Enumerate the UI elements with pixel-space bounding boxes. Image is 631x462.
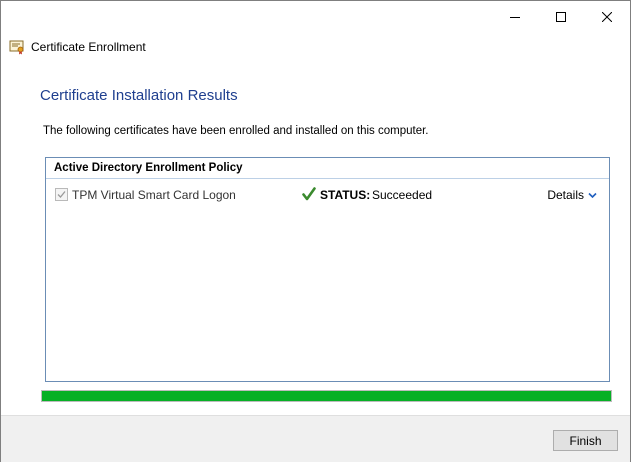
policy-header-label: Active Directory Enrollment Policy: [54, 162, 243, 174]
details-toggle[interactable]: Details: [547, 188, 597, 202]
certificate-name: TPM Virtual Smart Card Logon: [72, 188, 236, 202]
status-label: STATUS:: [320, 188, 371, 202]
certificate-icon: [9, 39, 25, 55]
checkmark-icon: [57, 191, 66, 198]
certificate-row: TPM Virtual Smart Card Logon STATUS: Suc…: [46, 185, 609, 205]
minimize-button[interactable]: [492, 1, 538, 32]
close-icon: [602, 11, 612, 22]
close-button[interactable]: [584, 1, 630, 32]
page-heading: Certificate Installation Results: [40, 87, 238, 104]
maximize-button[interactable]: [538, 1, 584, 32]
policy-header: Active Directory Enrollment Policy: [46, 158, 609, 179]
enrollment-policy-panel: Active Directory Enrollment Policy TPM V…: [45, 157, 610, 382]
certificate-enrollment-window: Certificate Enrollment Certificate Insta…: [0, 0, 631, 462]
app-title: Certificate Enrollment: [31, 40, 146, 54]
progress-bar: [41, 390, 612, 402]
page-description: The following certificates have been enr…: [43, 125, 429, 137]
success-check-icon: [302, 187, 316, 201]
certificate-checkbox[interactable]: [55, 188, 68, 201]
progress-fill: [42, 391, 611, 401]
chevron-down-icon: [588, 192, 597, 198]
finish-button[interactable]: Finish: [553, 430, 618, 451]
details-label: Details: [547, 188, 584, 202]
title-bar: [1, 1, 630, 32]
app-title-row: Certificate Enrollment: [9, 37, 146, 57]
footer-bar: Finish: [1, 415, 630, 462]
status-value: Succeeded: [372, 188, 433, 202]
minimize-icon: [510, 16, 520, 18]
maximize-icon: [556, 11, 566, 22]
